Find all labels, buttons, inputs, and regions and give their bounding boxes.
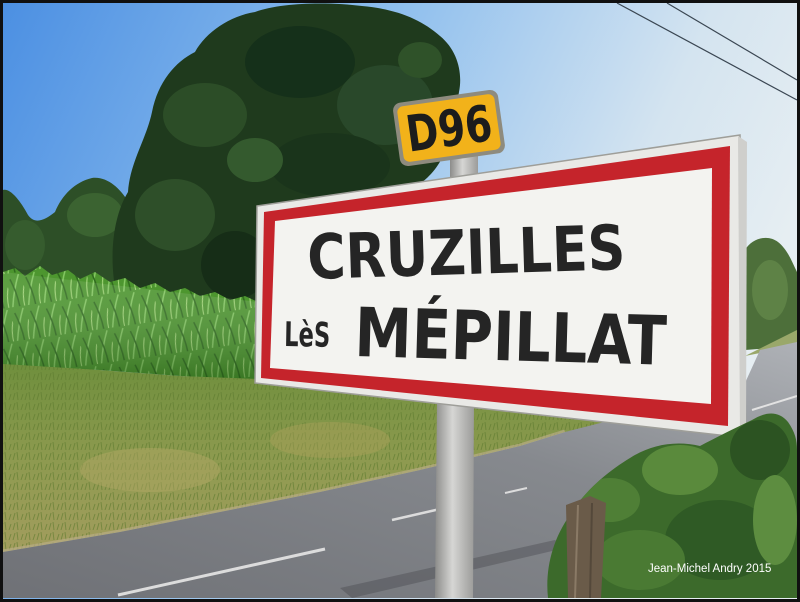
foliage-blob [398,42,442,78]
wooden-post [566,496,606,598]
photo-credit: Jean-Michel Andry 2015 [648,563,771,575]
bush-leaves [595,530,685,590]
foliage-blob [270,133,390,197]
town-name-prefix: LèS [284,315,331,356]
left-tree-foliage [67,193,123,237]
roadside-photo: D96 CRUZILLES LèS MÉPILLAT Jean-Michel A… [0,0,800,602]
route-plate-label: D96 [403,94,496,163]
right-tree-foliage [752,260,788,320]
foliage-blob [245,26,355,98]
bush-leaves [730,420,790,480]
bush-leaves [753,475,797,565]
sign-post [435,400,474,598]
foliage-blob [163,83,247,147]
dry-grass-patch [270,422,390,458]
bush-leaves [642,445,718,495]
town-name-line2: MÉPILLAT [354,293,669,382]
foliage-blob [135,179,215,251]
town-name-line1: CRUZILLES [306,211,626,294]
foliage-blob [227,138,283,182]
dry-grass-patch [80,448,220,492]
left-tree-foliage [5,220,45,270]
